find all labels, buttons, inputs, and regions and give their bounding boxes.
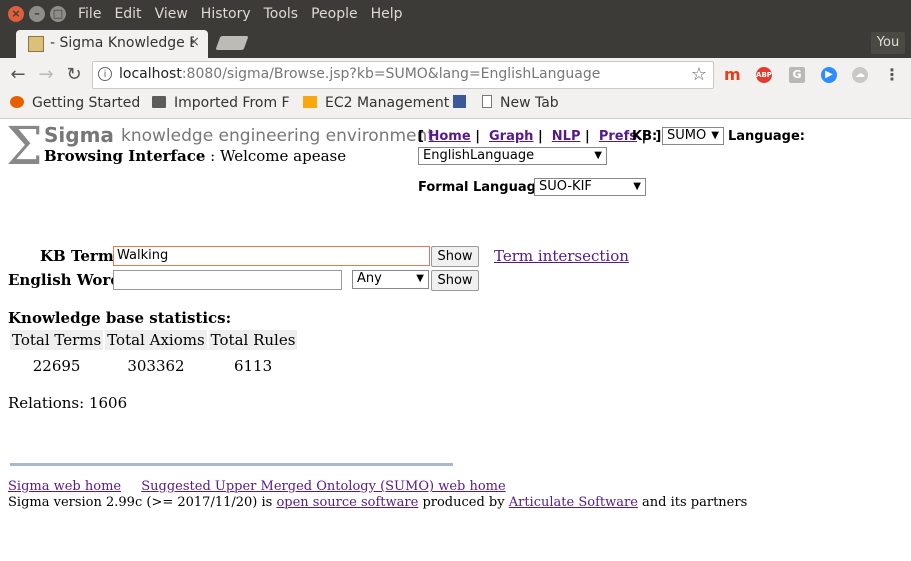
kb-term-show-button[interactable]: Show: [431, 246, 479, 267]
language-select[interactable]: EnglishLanguage ▼: [418, 147, 607, 165]
maximize-window-icon[interactable]: □: [50, 6, 66, 22]
menu-file[interactable]: File: [78, 6, 101, 22]
adblock-plus-icon[interactable]: ABP: [756, 67, 772, 83]
kb-term-label: KB Term:: [40, 247, 120, 265]
bookmark-facebook[interactable]: [453, 95, 474, 111]
articulate-link[interactable]: Articulate Software: [509, 495, 638, 510]
bookmark-new-tab[interactable]: New Tab: [482, 95, 559, 111]
minimize-window-icon[interactable]: –: [29, 6, 45, 22]
browsing-heading: Browsing Interface : Welcome apease: [44, 147, 347, 165]
relations-count: Relations: 1606: [8, 394, 128, 412]
sigma-web-home-link[interactable]: Sigma web home: [8, 479, 121, 494]
english-word-label: English Word:: [8, 271, 127, 289]
english-word-input[interactable]: [113, 270, 342, 290]
menu-people[interactable]: People: [311, 6, 358, 22]
title-bar: × – □ File Edit View History Tools Peopl…: [0, 0, 911, 30]
reload-icon[interactable]: ↻: [63, 64, 85, 86]
sigma-logo-icon: Σ: [6, 117, 43, 177]
term-intersection-link[interactable]: Term intersection: [494, 247, 629, 265]
new-tab-button[interactable]: [215, 36, 249, 50]
pos-select[interactable]: Any ▼: [352, 270, 429, 289]
page-content: Σ Sigma knowledge engineering environmen…: [0, 119, 911, 561]
bookmarks-bar: Getting Started Imported From F EC2 Mana…: [0, 92, 911, 119]
version-line: Sigma version 2.99c (>= 2017/11/20) is o…: [8, 495, 748, 510]
menu-help[interactable]: Help: [371, 6, 403, 22]
language-label: Language:: [728, 129, 805, 144]
zoom-extension-icon[interactable]: ▶: [821, 67, 837, 83]
tab-title: - Sigma Knowledge Engineering Environmen…: [50, 35, 194, 51]
menu-view[interactable]: View: [155, 6, 188, 22]
chrome-menu-icon[interactable]: ⋮: [884, 67, 900, 83]
graph-link[interactable]: Graph: [489, 129, 533, 144]
table-row: Total Terms Total Axioms Total Rules: [10, 330, 298, 350]
menu-bar: File Edit View History Tools People Help: [78, 6, 416, 22]
firefox-icon: [10, 96, 24, 108]
back-arrow-icon[interactable]: ←: [7, 64, 29, 86]
menu-tools[interactable]: Tools: [264, 6, 299, 22]
bookmark-ec2[interactable]: EC2 Management: [303, 95, 449, 111]
stats-value-axioms: 303362: [127, 357, 185, 375]
footer-links: Sigma web home Suggested Upper Merged On…: [8, 479, 522, 494]
sigma-favicon-icon: [28, 36, 44, 52]
close-window-icon[interactable]: ×: [8, 6, 24, 22]
stats-header-rules: Total Rules: [208, 330, 298, 350]
profile-button[interactable]: You: [871, 32, 905, 54]
bookmark-star-icon[interactable]: ☆: [691, 64, 707, 85]
weather-extension-icon[interactable]: ☁: [852, 67, 868, 83]
stats-value-terms: 22695: [32, 357, 81, 375]
forward-arrow-icon[interactable]: →: [35, 64, 57, 86]
info-icon[interactable]: i: [98, 67, 112, 81]
aws-icon: [303, 96, 317, 108]
nlp-link[interactable]: NLP: [552, 129, 581, 144]
divider: [10, 463, 453, 466]
logo-word: Sigma: [44, 123, 114, 147]
dropdown-arrow-icon: ▼: [711, 130, 719, 141]
menu-edit[interactable]: Edit: [114, 6, 141, 22]
stats-value-rules: 6113: [233, 357, 273, 375]
stats-header-axioms: Total Axioms: [105, 330, 207, 350]
table-row: 22695 303362 6113: [10, 352, 297, 375]
menu-history[interactable]: History: [201, 6, 251, 22]
sumo-web-home-link[interactable]: Suggested Upper Merged Ontology (SUMO) w…: [141, 479, 505, 494]
stats-title: Knowledge base statistics:: [8, 309, 232, 327]
english-word-show-button[interactable]: Show: [431, 270, 479, 291]
dropdown-arrow-icon: ▼: [416, 273, 424, 284]
browser-toolbar: ← → ↻ i localhost:8080/sigma/Browse.jsp?…: [0, 58, 911, 92]
dropdown-arrow-icon: ▼: [633, 181, 641, 192]
url-text: localhost:8080/sigma/Browse.jsp?kb=SUMO&…: [119, 66, 601, 82]
dropdown-arrow-icon: ▼: [594, 150, 602, 161]
logo-tagline: knowledge engineering environment: [121, 126, 434, 146]
formal-language-select[interactable]: SUO-KIF ▼: [534, 178, 646, 196]
bookmark-imported[interactable]: Imported From F: [152, 95, 290, 111]
kb-select[interactable]: SUMO ▼: [662, 127, 724, 145]
home-link[interactable]: Home: [428, 129, 470, 144]
grammarly-extension-icon[interactable]: G: [789, 67, 805, 83]
address-bar[interactable]: i localhost:8080/sigma/Browse.jsp?kb=SUM…: [92, 61, 714, 89]
page-icon: [482, 95, 492, 108]
tab-close-icon[interactable]: ×: [188, 34, 200, 50]
kb-term-input[interactable]: Walking: [113, 246, 430, 266]
nav-links: [ Home | Graph | NLP | Prefs | ]: [418, 129, 662, 144]
bookmark-getting-started[interactable]: Getting Started: [10, 95, 140, 111]
folder-icon: [152, 96, 166, 108]
stats-header-terms: Total Terms: [10, 330, 104, 350]
stats-table: Total Terms Total Axioms Total Rules 226…: [8, 328, 299, 377]
mendeley-extension-icon[interactable]: m: [724, 67, 741, 83]
open-source-link[interactable]: open source software: [276, 495, 418, 510]
formal-language-label: Formal Language:: [418, 180, 550, 195]
browser-tab[interactable]: - Sigma Knowledge Engineering Environmen…: [16, 30, 208, 58]
facebook-icon: [453, 95, 466, 108]
kb-label: KB:: [632, 129, 658, 144]
